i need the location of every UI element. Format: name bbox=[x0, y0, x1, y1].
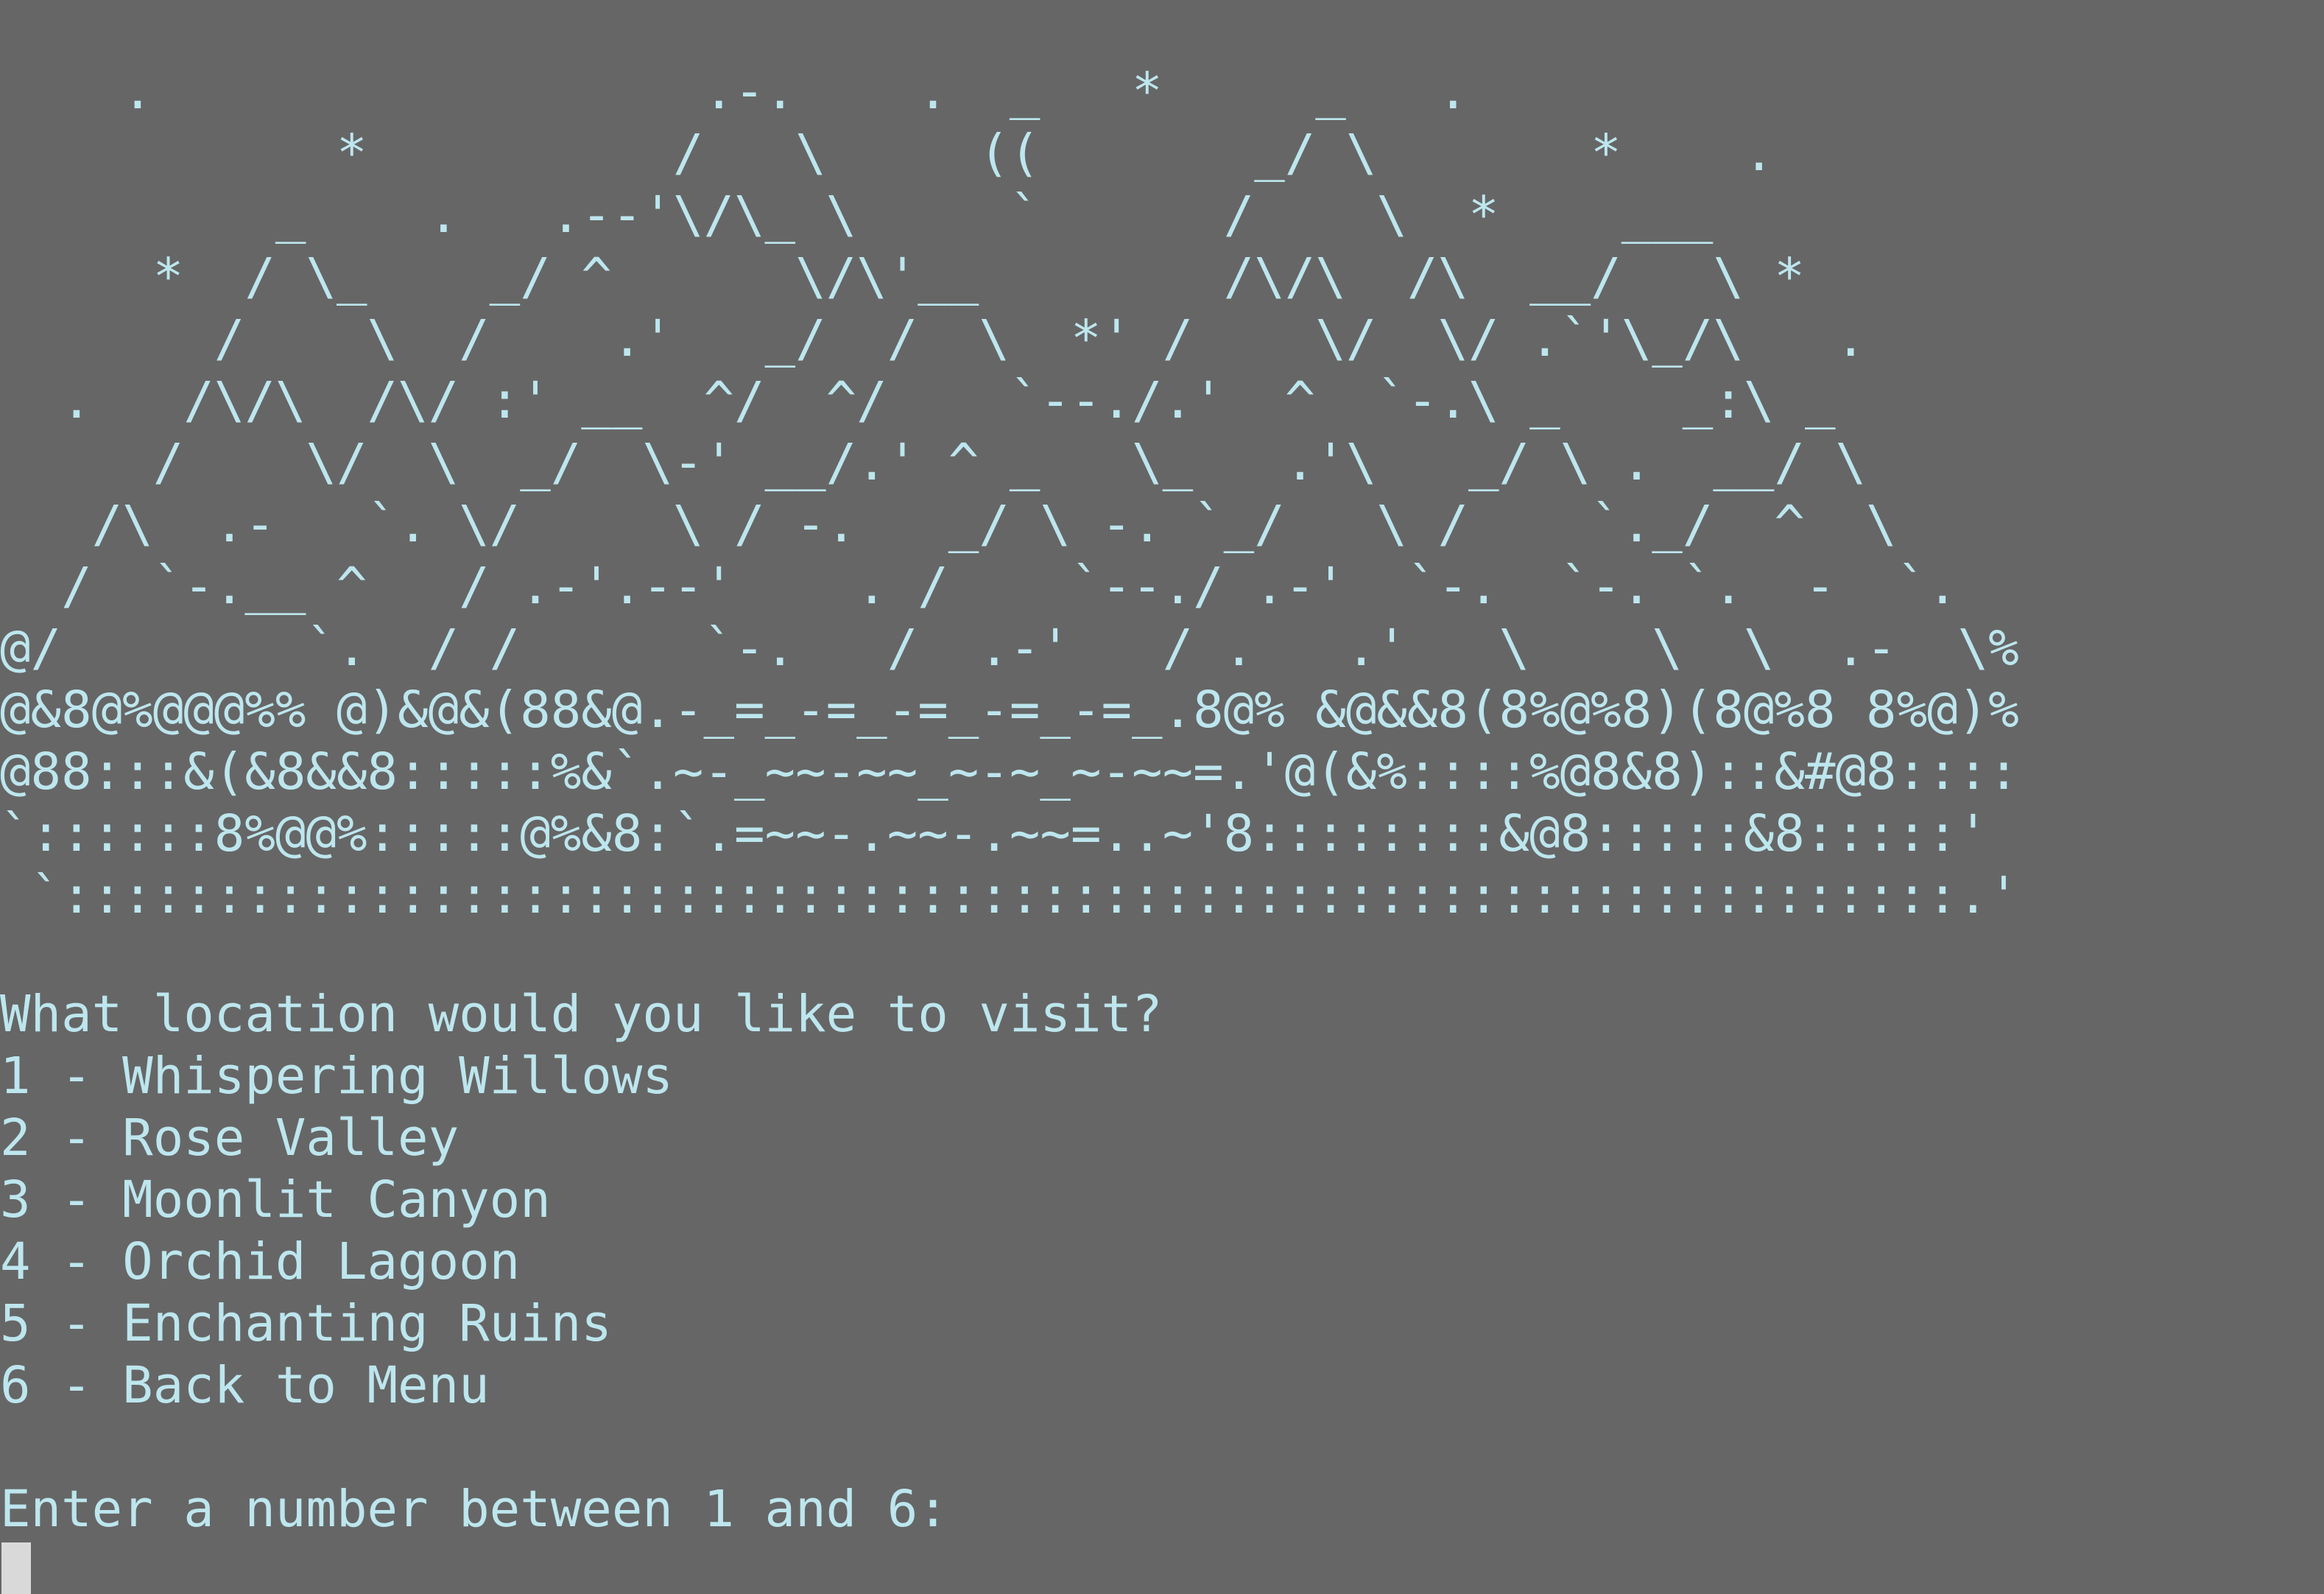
text-cursor[interactable] bbox=[1, 1542, 31, 1594]
menu-option-moonlit-canyon: 3 - Moonlit Canyon bbox=[0, 1170, 551, 1229]
ascii-art-line: _ . .--'\/\_ \ ` / \ * ___ bbox=[0, 186, 1714, 245]
ascii-art-line: @/ `. / / `-. / .-' / . .' \ \ \ .- \% bbox=[0, 619, 2019, 678]
ascii-art-line: . .-. . _ * _ . bbox=[0, 62, 1468, 121]
menu-option-enchanting-ruins: 5 - Enchanting Ruins bbox=[0, 1294, 612, 1353]
menu-option-rose-valley: 2 - Rose Valley bbox=[0, 1109, 459, 1168]
ascii-art-line: / \/ \ _/ \-' __/.' ^ _ \_ .'\ _/ \ . __… bbox=[0, 433, 1867, 492]
ascii-art-line: . /\/\ /\/ :' __ ^/ ^/ `--./.' ^ `-.\ _ … bbox=[0, 371, 1836, 430]
menu-option-back-to-menu: 6 - Back to Menu bbox=[0, 1356, 490, 1415]
ascii-art-line: / \ / .' _/ / \ *' / \/ \/ .`'\_/\ . bbox=[0, 309, 1867, 368]
ascii-art-line: * / \ (( _/ \ * . bbox=[0, 124, 1775, 183]
ascii-art-line: @88:::&(&8&&8:::::%&`.~-_~~-~~_~-~_~-~~=… bbox=[0, 742, 2019, 801]
ascii-art-line: @&8@%@@@%% @)&@&(88&@.-_=_-=_-=_-=_-=_.8… bbox=[0, 681, 2019, 740]
menu-option-orchid-lagoon: 4 - Orchid Lagoon bbox=[0, 1232, 521, 1291]
ascii-art-line: `::::::8%@@%:::::@%&8:`.=~~-.~~-.~~=..~'… bbox=[0, 804, 1989, 863]
ascii-art-line: * / \_ _/ ^ \/\'__ /\/\ /\ __/ \ * bbox=[0, 247, 1805, 306]
prompt-question: What location would you like to visit? bbox=[0, 985, 1163, 1044]
terminal-window: . .-. . _ * _ . * / \ (( _/ \ * . _ . .-… bbox=[0, 0, 2324, 1594]
ascii-art-line: / `-.__ ^ / .-'.--' . / `--./ .-' `-. `-… bbox=[0, 557, 1958, 616]
ascii-art-line: /\ .- `. \/ \ / -. _/ \ -. `_/ \ / `._/ … bbox=[0, 495, 1897, 554]
ascii-art-line: `:::::::::::::::::::::::::::::::::::::::… bbox=[0, 866, 2019, 925]
menu-option-whispering-willows: 1 - Whispering Willows bbox=[0, 1047, 673, 1106]
input-prompt: Enter a number between 1 and 6: bbox=[0, 1480, 948, 1539]
